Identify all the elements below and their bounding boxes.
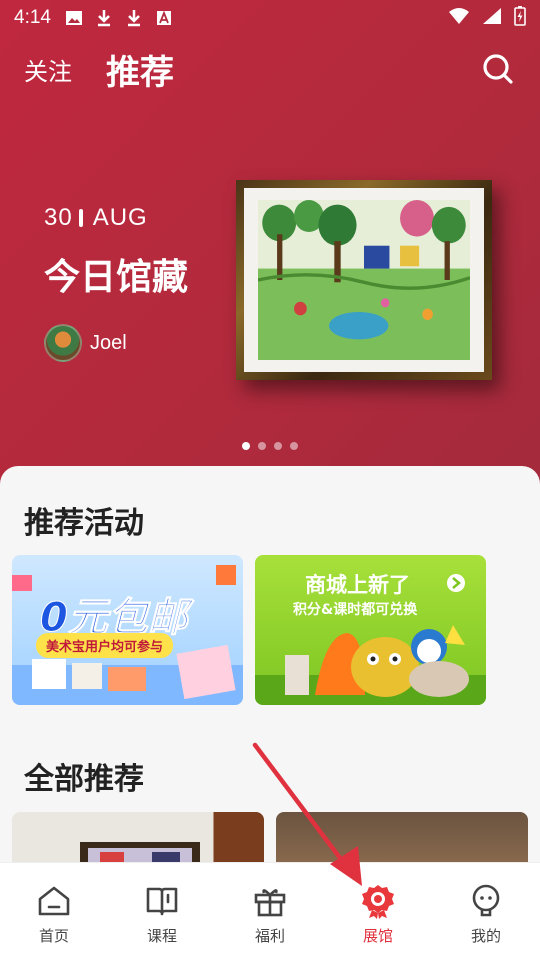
wifi-icon	[448, 7, 470, 30]
date-day: 30	[44, 204, 73, 231]
carousel-indicator	[242, 442, 298, 450]
app-notification-icon	[155, 9, 173, 27]
tab-gallery[interactable]: 展馆	[324, 863, 432, 960]
tab-label: 课程	[146, 927, 177, 945]
gift-icon	[254, 889, 286, 917]
search-icon	[483, 54, 513, 84]
carousel-dot[interactable]	[290, 442, 298, 450]
content-panel: 推荐活动 0元包邮 美术宝用户均可参与 商城上新了 积分&课时都可兑换 全部推荐	[0, 466, 540, 866]
tab-recommend[interactable]: 推荐	[106, 45, 174, 94]
image-icon	[65, 9, 83, 27]
download-icon	[125, 9, 143, 27]
avatar[interactable]	[44, 324, 82, 362]
banner-title: 商城上新了	[305, 573, 410, 597]
top-navigation: 关注 推荐	[24, 44, 516, 94]
artwork-painting	[258, 200, 470, 360]
hero-title: 今日馆藏	[44, 257, 189, 298]
tab-label: 我的	[470, 927, 501, 945]
hero-author[interactable]: Joel	[44, 324, 127, 362]
carousel-dot[interactable]	[242, 442, 250, 450]
tab-profile[interactable]: 我的	[432, 863, 540, 960]
book-icon	[146, 887, 178, 916]
download-icon	[95, 9, 113, 27]
author-name[interactable]: Joel	[90, 332, 127, 355]
tab-courses[interactable]: 课程	[108, 863, 216, 960]
banner-subtitle: 美术宝用户均可参与	[36, 633, 174, 658]
date-month: AUG	[92, 204, 148, 231]
tab-benefits[interactable]: 福利	[216, 863, 324, 960]
section-title-all: 全部推荐	[24, 762, 144, 797]
activity-banner-free-shipping[interactable]: 0元包邮 美术宝用户均可参与	[12, 555, 243, 705]
tab-follow[interactable]: 关注	[24, 52, 72, 87]
home-icon	[38, 886, 70, 916]
section-title-activities: 推荐活动	[24, 506, 144, 541]
signal-icon	[482, 7, 502, 30]
search-button[interactable]	[480, 51, 516, 87]
artwork-mat	[244, 188, 484, 372]
battery-charging-icon	[514, 5, 526, 31]
activity-banner-shop-new[interactable]: 商城上新了 积分&课时都可兑换	[255, 555, 486, 705]
recommend-card[interactable]	[276, 812, 528, 866]
tab-label: 首页	[38, 927, 69, 945]
date-divider	[78, 209, 83, 227]
hero-date: 30 AUG	[44, 204, 148, 232]
featured-artwork[interactable]	[236, 180, 492, 380]
recommend-card[interactable]	[12, 812, 264, 866]
carousel-dot[interactable]	[258, 442, 266, 450]
tab-home[interactable]: 首页	[0, 863, 108, 960]
profile-icon	[472, 884, 500, 917]
tab-label: 福利	[254, 927, 285, 945]
status-time: 4:14	[14, 7, 51, 28]
gallery-badge-icon	[362, 885, 394, 919]
banner-subtitle: 积分&课时都可兑换	[293, 602, 418, 618]
status-bar: 4:14	[0, 0, 540, 36]
carousel-dot[interactable]	[274, 442, 282, 450]
tab-label: 展馆	[362, 927, 393, 945]
hero-banner[interactable]: 4:14 关注 推荐 30 AUG 今日馆藏 Joel	[0, 0, 540, 490]
bottom-tab-bar: 首页 课程 福利 展馆 我的	[0, 862, 540, 960]
